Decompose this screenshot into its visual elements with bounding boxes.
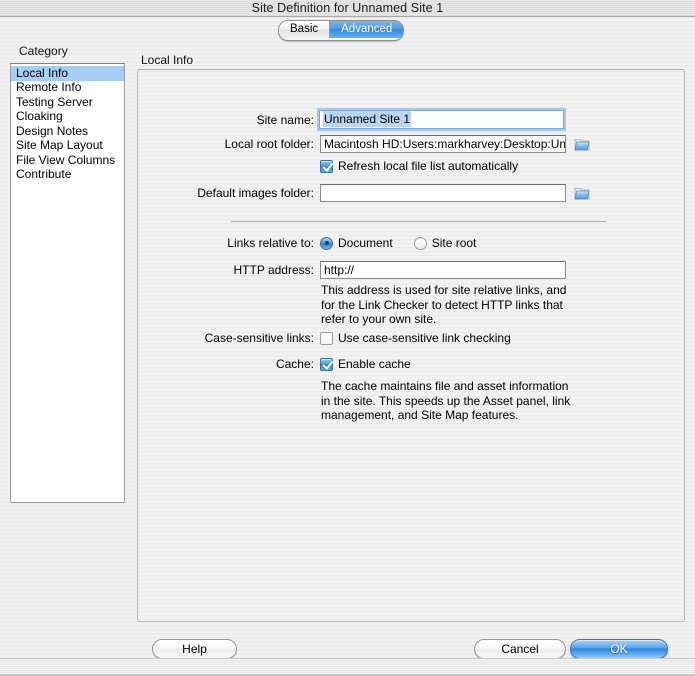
enable-cache-checkbox[interactable] [320, 357, 333, 371]
tab-advanced[interactable]: Advanced [329, 21, 404, 38]
enable-cache-label: Enable cache [338, 357, 411, 371]
site-name-row: Site name: Unnamed Site 1 [138, 110, 608, 129]
tab-basic[interactable]: Basic [279, 21, 330, 38]
case-sensitive-links-label: Case-sensitive links: [204, 331, 314, 345]
cache-help: The cache maintains file and asset infor… [321, 379, 571, 422]
site-name-value: Unnamed Site 1 [323, 111, 412, 127]
cache-label: Cache: [275, 357, 314, 371]
default-images-folder-label: Default images folder: [197, 186, 314, 200]
radio-document-input[interactable] [320, 236, 333, 250]
cache-row: Cache: Enable cache [138, 357, 411, 371]
category-list[interactable]: Local Info Remote Info Testing Server Cl… [10, 63, 125, 503]
window-bottom-chrome [0, 658, 695, 676]
sidebar-item-local-info[interactable]: Local Info [11, 66, 124, 81]
category-label: Category [19, 44, 68, 58]
radio-site-root-input[interactable] [413, 236, 427, 250]
site-name-input[interactable]: Unnamed Site 1 [319, 110, 564, 129]
refresh-local-row: Refresh local file list automatically [320, 159, 518, 173]
links-relative-to-label: Links relative to: [227, 236, 314, 250]
radio-document-label: Document [338, 236, 393, 250]
sidebar-item-site-map-layout[interactable]: Site Map Layout [11, 138, 124, 154]
section-divider [231, 221, 606, 222]
links-relative-to-row: Links relative to: Document Site root [138, 236, 476, 250]
case-sensitive-checkbox-group[interactable]: Use case-sensitive link checking [320, 331, 511, 345]
help-button[interactable]: Help [152, 639, 237, 659]
refresh-local-checkbox[interactable] [320, 159, 333, 173]
tab-bar: Basic Advanced [0, 17, 695, 41]
content-title: Local Info [141, 53, 194, 67]
local-root-folder-input[interactable]: Macintosh HD:Users:markharvey:Desktop:Un… [320, 135, 566, 153]
sidebar-item-cloaking[interactable]: Cloaking [11, 109, 124, 125]
http-address-help: This address is used for site relative l… [321, 283, 567, 326]
case-sensitive-links-row: Case-sensitive links: Use case-sensitive… [138, 331, 511, 345]
case-sensitive-checkbox[interactable] [320, 331, 333, 345]
category-section: Category Local Info Remote Info Testing … [10, 44, 128, 503]
http-address-input[interactable]: http:// [320, 261, 566, 279]
local-root-folder-label: Local root folder: [224, 137, 314, 151]
content-panel: Local Info Site name: Unnamed Site 1 Loc… [137, 44, 685, 622]
sidebar-item-remote-info[interactable]: Remote Info [11, 80, 124, 96]
cancel-button[interactable]: Cancel [474, 639, 566, 659]
sidebar-item-testing-server[interactable]: Testing Server [11, 95, 124, 110]
content-box: Site name: Unnamed Site 1 Local root fol… [137, 69, 685, 622]
radio-site-root[interactable]: Site root [413, 236, 477, 250]
local-root-folder-row: Local root folder: Macintosh HD:Users:ma… [138, 135, 648, 153]
site-name-label: Site name: [256, 112, 314, 127]
window-body: Basic Advanced Category Local Info Remot… [0, 17, 695, 659]
window-title: Site Definition for Unnamed Site 1 [251, 1, 444, 15]
http-address-row: HTTP address: http:// [138, 261, 608, 279]
sidebar-item-design-notes[interactable]: Design Notes [11, 124, 124, 139]
enable-cache-checkbox-group[interactable]: Enable cache [320, 357, 411, 371]
tab-group: Basic Advanced [278, 20, 405, 41]
default-images-folder-row: Default images folder: [138, 184, 648, 202]
refresh-local-label: Refresh local file list automatically [338, 159, 519, 173]
folder-icon[interactable] [574, 186, 590, 200]
sidebar-item-file-view-columns[interactable]: File View Columns [11, 153, 124, 168]
default-images-folder-input[interactable] [320, 184, 566, 202]
ok-button[interactable]: OK [570, 639, 668, 659]
radio-site-root-label: Site root [431, 236, 477, 250]
radio-document[interactable]: Document [320, 236, 393, 250]
folder-icon[interactable] [574, 137, 590, 151]
http-address-label: HTTP address: [233, 263, 314, 277]
sidebar-item-contribute[interactable]: Contribute [11, 167, 124, 183]
case-sensitive-checkbox-label: Use case-sensitive link checking [338, 331, 511, 345]
window-titlebar[interactable]: Site Definition for Unnamed Site 1 [0, 0, 695, 17]
